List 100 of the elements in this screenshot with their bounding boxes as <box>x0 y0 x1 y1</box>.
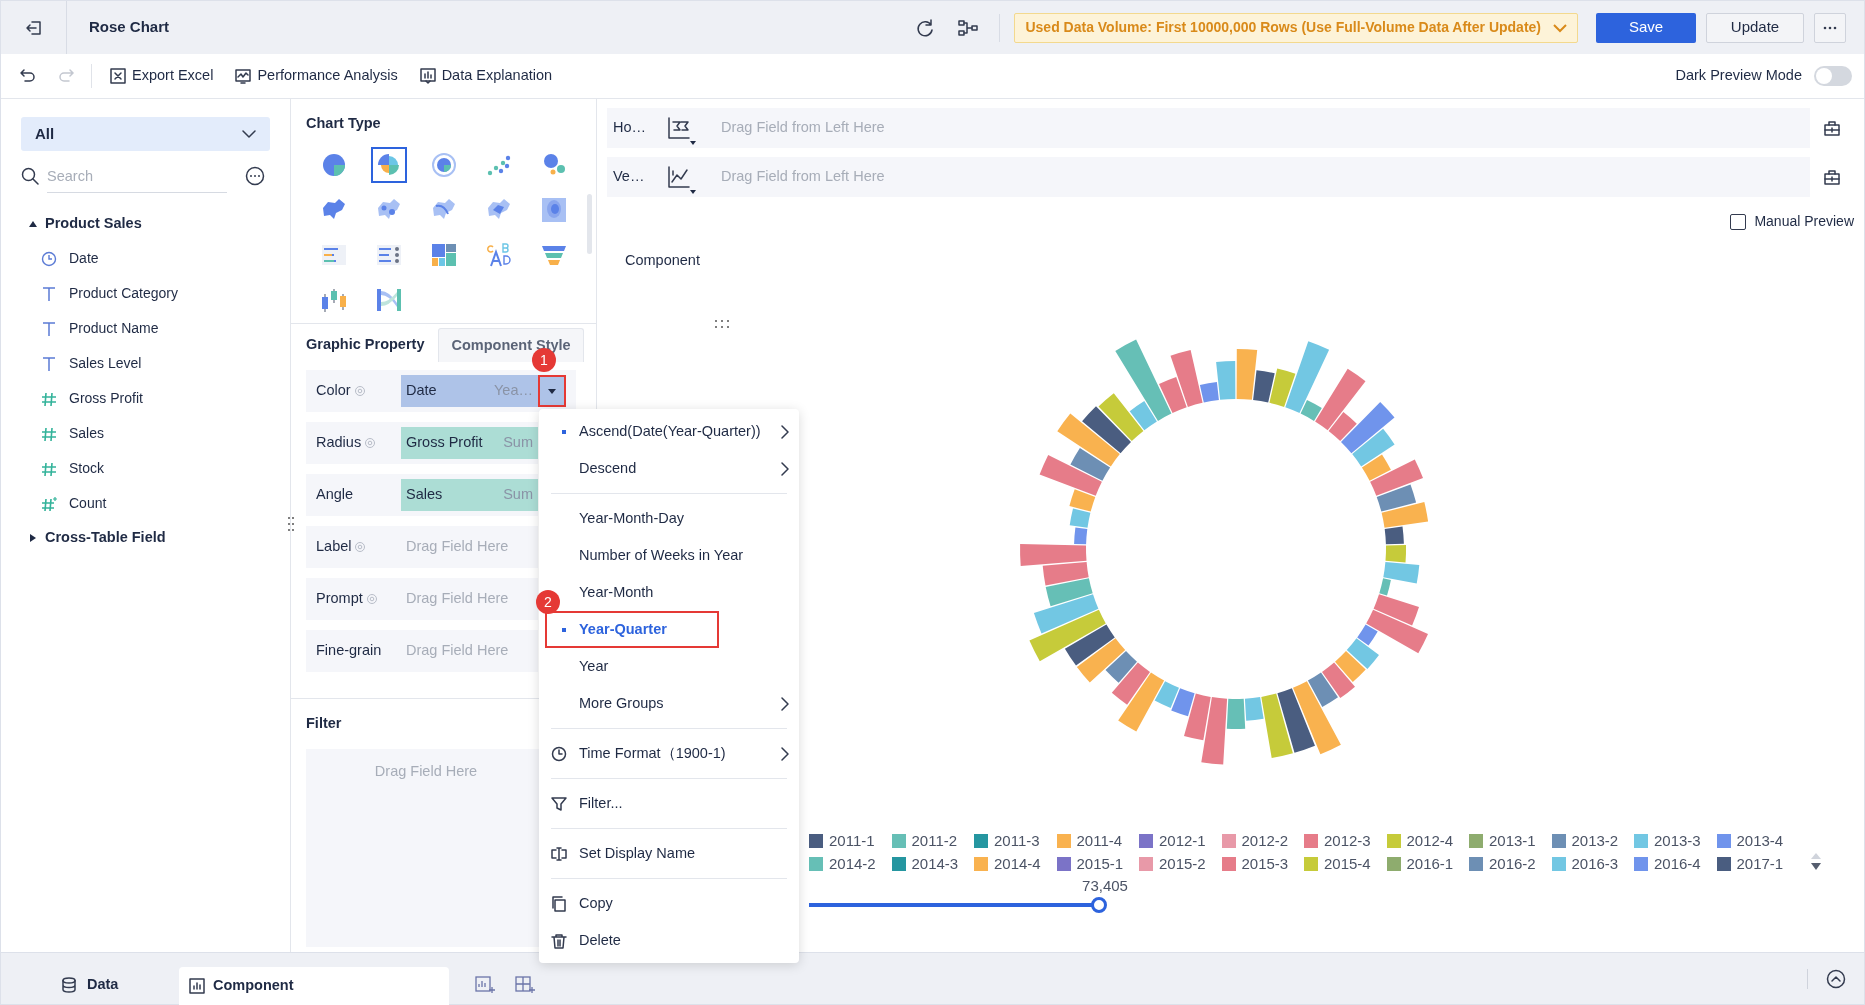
menu-item[interactable]: Year-Quarter <box>579 617 789 642</box>
legend-item[interactable]: 2016-1 <box>1386 853 1469 875</box>
menu-item[interactable]: More Groups <box>579 691 789 716</box>
legend-item[interactable]: 2013-4 <box>1716 830 1799 852</box>
legend-item[interactable]: 2012-3 <box>1304 830 1387 852</box>
menu-item[interactable]: Number of Weeks in Year <box>579 543 789 568</box>
legend-item[interactable]: 2016-2 <box>1469 853 1552 875</box>
legend-item[interactable]: 2014-4 <box>974 853 1057 875</box>
legend-item[interactable]: 2013-2 <box>1551 830 1634 852</box>
field-item[interactable]: Gross Profit <box>21 381 270 416</box>
caret-icon[interactable] <box>690 141 696 145</box>
undo-icon[interactable] <box>19 68 37 84</box>
hash-icon <box>41 460 57 477</box>
legend-item[interactable]: 2014-2 <box>809 853 892 875</box>
legend-item[interactable]: 2012-1 <box>1139 830 1222 852</box>
legend-item[interactable]: 2016-4 <box>1634 853 1717 875</box>
field-name: Gross Profit <box>406 433 483 453</box>
collapse-arrow-icon <box>29 220 37 228</box>
manual-preview-checkbox[interactable]: Manual Preview <box>1730 211 1854 232</box>
menu-item[interactable]: Filter... <box>549 791 789 816</box>
legend-item[interactable]: 2017-1 <box>1716 853 1799 875</box>
scope-dropdown[interactable]: All <box>21 117 270 151</box>
toolbox-icon[interactable] <box>1824 169 1840 185</box>
field-pill[interactable]: Gross Profit Sum <box>401 427 538 459</box>
tree-group[interactable]: Cross-Table Field <box>21 521 270 555</box>
field-item[interactable]: Date <box>21 241 270 276</box>
menu-item[interactable]: Year-Month <box>579 580 789 605</box>
field-item[interactable]: Stock <box>21 451 270 486</box>
menu-item[interactable]: Year-Month-Day <box>579 506 789 531</box>
horizontal-axis-icon[interactable] <box>667 116 691 140</box>
menu-item[interactable]: Descend <box>579 456 789 481</box>
toolbar-button[interactable]: Performance Analysis <box>235 65 398 87</box>
legend-label: 2017-1 <box>1736 854 1784 874</box>
hash-icon <box>41 425 57 442</box>
search-field[interactable]: Search <box>47 159 227 193</box>
legend-item[interactable]: 2013-3 <box>1634 830 1717 852</box>
legend-item[interactable]: 2011-1 <box>809 830 892 852</box>
section-title: Filter <box>306 714 343 733</box>
legend-item[interactable]: 2015-1 <box>1056 853 1139 875</box>
legend-label: 2012-4 <box>1406 831 1454 851</box>
chart-type-option[interactable] <box>370 146 407 183</box>
dark-preview-toggle[interactable] <box>1814 66 1852 86</box>
resize-handle-icon[interactable] <box>288 516 294 532</box>
toolbar-button[interactable]: Export Excel <box>110 65 214 87</box>
add-table-icon[interactable] <box>515 975 535 995</box>
bottom-tab[interactable]: Component <box>179 967 449 1005</box>
add-chart-icon[interactable] <box>475 975 495 995</box>
legend-item[interactable]: 2016-3 <box>1551 853 1634 875</box>
property-label: Angle <box>316 485 354 505</box>
legend-item[interactable]: 2011-2 <box>891 830 974 852</box>
field-pill[interactable]: Date Yea… <box>401 375 538 407</box>
property-tab[interactable]: Graphic Property <box>306 328 439 362</box>
collapse-up-icon[interactable] <box>1826 969 1846 989</box>
toolbox-icon[interactable] <box>1824 120 1840 136</box>
legend-label: 2014-2 <box>829 854 876 874</box>
aggregation-label: Sum <box>503 485 533 505</box>
resize-handle-icon[interactable] <box>714 319 730 329</box>
refresh-icon[interactable] <box>915 17 936 38</box>
field-item[interactable]: Sales <box>21 416 270 451</box>
toolbar-button[interactable]: Data Explanation <box>419 65 553 87</box>
update-button[interactable]: Update <box>1706 12 1804 43</box>
legend-item[interactable]: 2014-3 <box>891 853 974 875</box>
menu-item[interactable]: Copy <box>549 891 789 916</box>
range-slider[interactable] <box>809 896 1107 913</box>
more-options-icon[interactable] <box>245 166 265 186</box>
dark-preview-label: Dark Preview Mode <box>1675 66 1802 86</box>
legend-label: 2012-3 <box>1324 831 1371 851</box>
text-type-icon <box>41 355 57 372</box>
field-item[interactable]: Sales Level <box>21 346 270 381</box>
exit-icon[interactable] <box>24 18 43 37</box>
legend-item[interactable]: 2015-3 <box>1221 853 1304 875</box>
legend-item[interactable]: 2012-2 <box>1221 830 1304 852</box>
save-button[interactable]: Save <box>1596 12 1696 43</box>
menu-item[interactable]: Time Format（1900-1) <box>549 741 789 766</box>
filter-icon <box>551 795 567 812</box>
caret-icon[interactable] <box>690 190 696 194</box>
field-item[interactable]: Count <box>21 486 270 521</box>
dropdown-button[interactable] <box>538 375 566 407</box>
legend-item[interactable]: 2013-1 <box>1469 830 1552 852</box>
field-pill[interactable]: Sales Sum <box>401 479 538 511</box>
legend-item[interactable]: 2011-4 <box>1056 830 1139 852</box>
legend-label: 2015-2 <box>1159 854 1206 874</box>
menu-item[interactable]: Delete <box>549 928 789 953</box>
drop-zone-hint: Drag Field Here <box>405 537 509 557</box>
bottom-tab[interactable]: Data <box>49 966 179 1004</box>
field-item[interactable]: Product Name <box>21 311 270 346</box>
vertical-axis-icon[interactable] <box>667 165 691 189</box>
menu-item[interactable]: Set Display Name <box>549 841 789 866</box>
flow-icon[interactable] <box>957 18 980 37</box>
legend-item[interactable]: 2012-4 <box>1386 830 1469 852</box>
legend-item[interactable]: 2011-3 <box>974 830 1057 852</box>
field-name: Sales <box>406 485 443 505</box>
field-item[interactable]: Product Category <box>21 276 270 311</box>
tree-group[interactable]: Product Sales <box>21 207 270 241</box>
legend-item[interactable]: 2015-4 <box>1304 853 1387 875</box>
legend-item[interactable]: 2015-2 <box>1139 853 1222 875</box>
menu-item[interactable]: Ascend(Date(Year-Quarter)) <box>579 419 789 444</box>
legend-label: 2011-3 <box>994 831 1040 851</box>
menu-item[interactable]: Year <box>579 654 789 679</box>
bar-chart-icon <box>419 68 436 84</box>
